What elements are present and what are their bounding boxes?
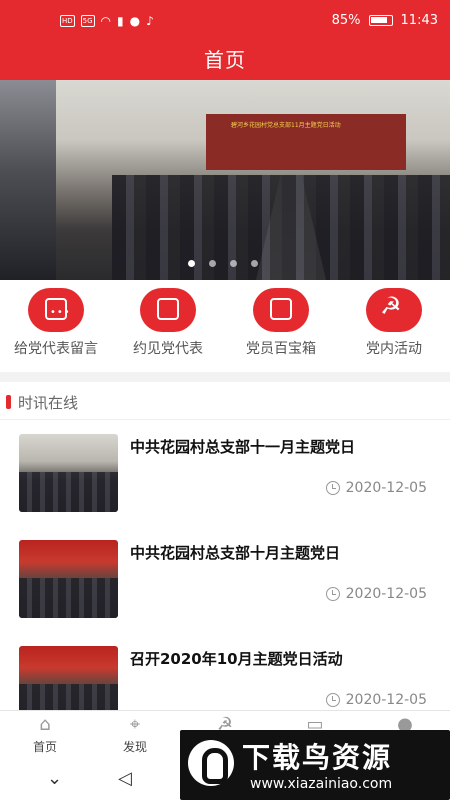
news-section: 时讯在线 中共花园村总支部十一月主题党日 2020-12-05 中共花园村总支部… — [0, 382, 450, 724]
watermark-url: www.xiazainiao.com — [250, 776, 393, 792]
status-left-icons: HD 5G ◠ ▮ ● ♪ — [60, 14, 154, 28]
clock-icon — [325, 587, 340, 601]
network-5g-badge: 5G — [80, 15, 95, 27]
sim-icon: ▮ — [117, 14, 124, 28]
carousel-indicator — [188, 260, 258, 267]
news-date: 2020-12-05 — [325, 480, 427, 496]
clock-icon — [325, 481, 340, 495]
watermark-logo — [188, 740, 234, 786]
status-bar: HD 5G ◠ ▮ ● ♪ 85% 11:43 — [0, 0, 450, 42]
home-icon: ⌂ — [39, 714, 51, 735]
message-icon: ••• — [28, 288, 84, 332]
carousel-dot-2[interactable] — [209, 260, 216, 267]
battery-icon — [368, 15, 393, 26]
map-icon: ⌖ — [129, 714, 141, 735]
menu-appointment[interactable]: 约见党代表 — [112, 288, 224, 358]
news-thumbnail — [19, 434, 118, 512]
news-date: 2020-12-05 — [325, 692, 427, 708]
menu-leave-message[interactable]: ••• 给党代表留言 — [0, 288, 112, 358]
tab-label: 发现 — [122, 740, 147, 754]
menu-label: 党内活动 — [366, 341, 422, 357]
banner-carousel[interactable]: 碧河乡花园村党总支部11月主题党日活动 — [0, 80, 450, 280]
appointment-icon — [140, 288, 196, 332]
audience — [112, 175, 450, 280]
news-title: 召开2020年10月主题党日活动 — [130, 650, 343, 668]
hd-badge: HD — [60, 15, 75, 27]
section-header: 时讯在线 — [0, 382, 450, 420]
news-thumbnail — [19, 540, 118, 618]
news-title: 中共花园村总支部十一月主题党日 — [130, 438, 356, 456]
carousel-dot-4[interactable] — [251, 260, 258, 267]
section-title: 时讯在线 — [18, 394, 79, 412]
menu-toolbox[interactable]: 党员百宝箱 — [225, 288, 337, 358]
watermark: 下载鸟资源 www.xiazainiao.com — [180, 730, 450, 800]
carousel-dot-3[interactable] — [230, 260, 237, 267]
chevron-down-icon[interactable]: ⌄ — [47, 768, 62, 789]
back-icon[interactable]: ◁ — [118, 768, 132, 789]
banner-image[interactable]: 碧河乡花园村党总支部11月主题党日活动 — [56, 80, 450, 280]
watermark-title: 下载鸟资源 — [242, 741, 393, 774]
list-item[interactable]: 中共花园村总支部十月主题党日 2020-12-05 — [0, 528, 450, 634]
tab-home[interactable]: ⌂ 首页 — [0, 715, 90, 755]
app-header: HD 5G ◠ ▮ ● ♪ 85% 11:43 首页 — [0, 0, 450, 80]
tiktok-icon: ♪ — [146, 14, 154, 28]
menu-label: 约见党代表 — [133, 341, 203, 357]
news-date: 2020-12-05 — [325, 586, 427, 602]
news-title: 中共花园村总支部十月主题党日 — [130, 544, 341, 562]
menu-label: 党员百宝箱 — [246, 341, 316, 357]
list-item[interactable]: 中共花园村总支部十一月主题党日 2020-12-05 — [0, 422, 450, 528]
tab-label: 首页 — [32, 740, 57, 754]
menu-party-activities[interactable]: ☭ 党内活动 — [338, 288, 450, 358]
status-right: 85% 11:43 — [332, 13, 438, 28]
toolbox-icon — [253, 288, 309, 332]
page-title: 首页 — [204, 48, 246, 72]
wifi-icon: ◠ — [100, 14, 112, 28]
menu-label: 给党代表留言 — [14, 341, 98, 357]
clock-time: 11:43 — [400, 13, 438, 28]
quick-menu: ••• 给党代表留言 约见党代表 党员百宝箱 ☭ 党内活动 — [0, 280, 450, 372]
chat-icon: ● — [129, 14, 141, 28]
section-accent-bar — [6, 395, 11, 409]
tab-discover[interactable]: ⌖ 发现 — [90, 715, 180, 755]
clock-icon — [325, 693, 340, 707]
banner-previous-slide — [0, 80, 56, 280]
party-emblem-icon: ☭ — [366, 288, 422, 332]
battery-percent: 85% — [331, 13, 361, 28]
banner-caption: 碧河乡花园村党总支部11月主题党日活动 — [231, 122, 341, 129]
carousel-dot-1[interactable] — [188, 260, 195, 267]
